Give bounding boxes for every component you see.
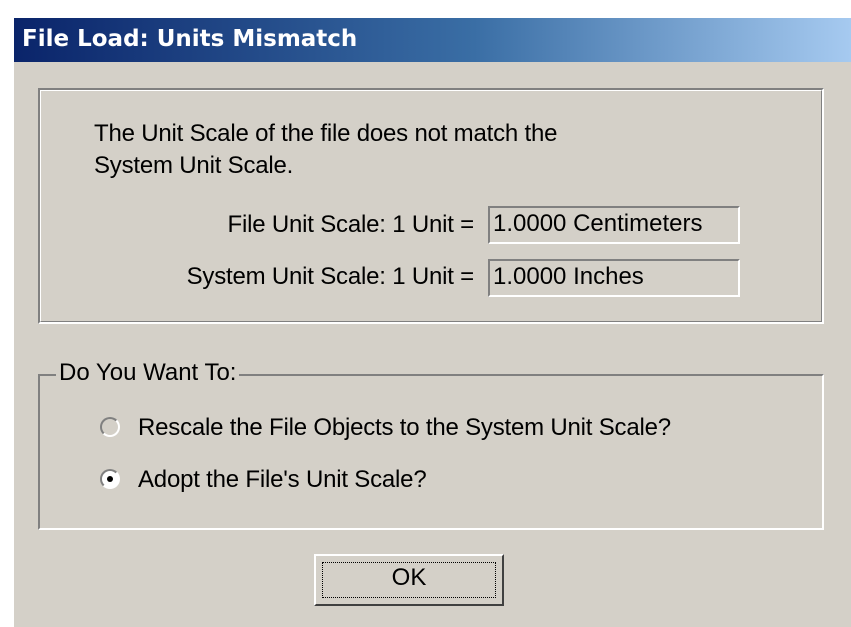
system-unit-scale-field: 1.0000 Inches (488, 259, 740, 297)
rescale-option[interactable]: Rescale the File Objects to the System U… (94, 411, 794, 445)
adopt-radio-selected-dot (107, 476, 113, 482)
adopt-option[interactable]: Adopt the File's Unit Scale? (94, 463, 594, 497)
file-unit-scale-label: File Unit Scale: 1 Unit = (227, 211, 475, 238)
choice-group-legend: Do You Want To: (56, 358, 240, 388)
title-bar[interactable]: File Load: Units Mismatch (14, 18, 851, 62)
adopt-option-label: Adopt the File's Unit Scale? (138, 466, 427, 493)
system-unit-scale-label: System Unit Scale: 1 Unit = (186, 263, 475, 290)
message-line-1: The Unit Scale of the file does not matc… (94, 120, 558, 147)
message-line-2: System Unit Scale. (94, 152, 294, 179)
ok-focus-rect (322, 562, 496, 598)
adopt-radio[interactable] (100, 469, 120, 489)
rescale-radio[interactable] (100, 417, 120, 437)
file-unit-scale-field: 1.0000 Centimeters (488, 206, 740, 244)
choice-groupbox (38, 374, 824, 530)
rescale-option-label: Rescale the File Objects to the System U… (138, 414, 671, 441)
ok-button[interactable]: OK (314, 554, 504, 606)
units-mismatch-dialog: File Load: Units Mismatch The Unit Scale… (14, 18, 851, 627)
dialog-title: File Load: Units Mismatch (22, 26, 358, 52)
